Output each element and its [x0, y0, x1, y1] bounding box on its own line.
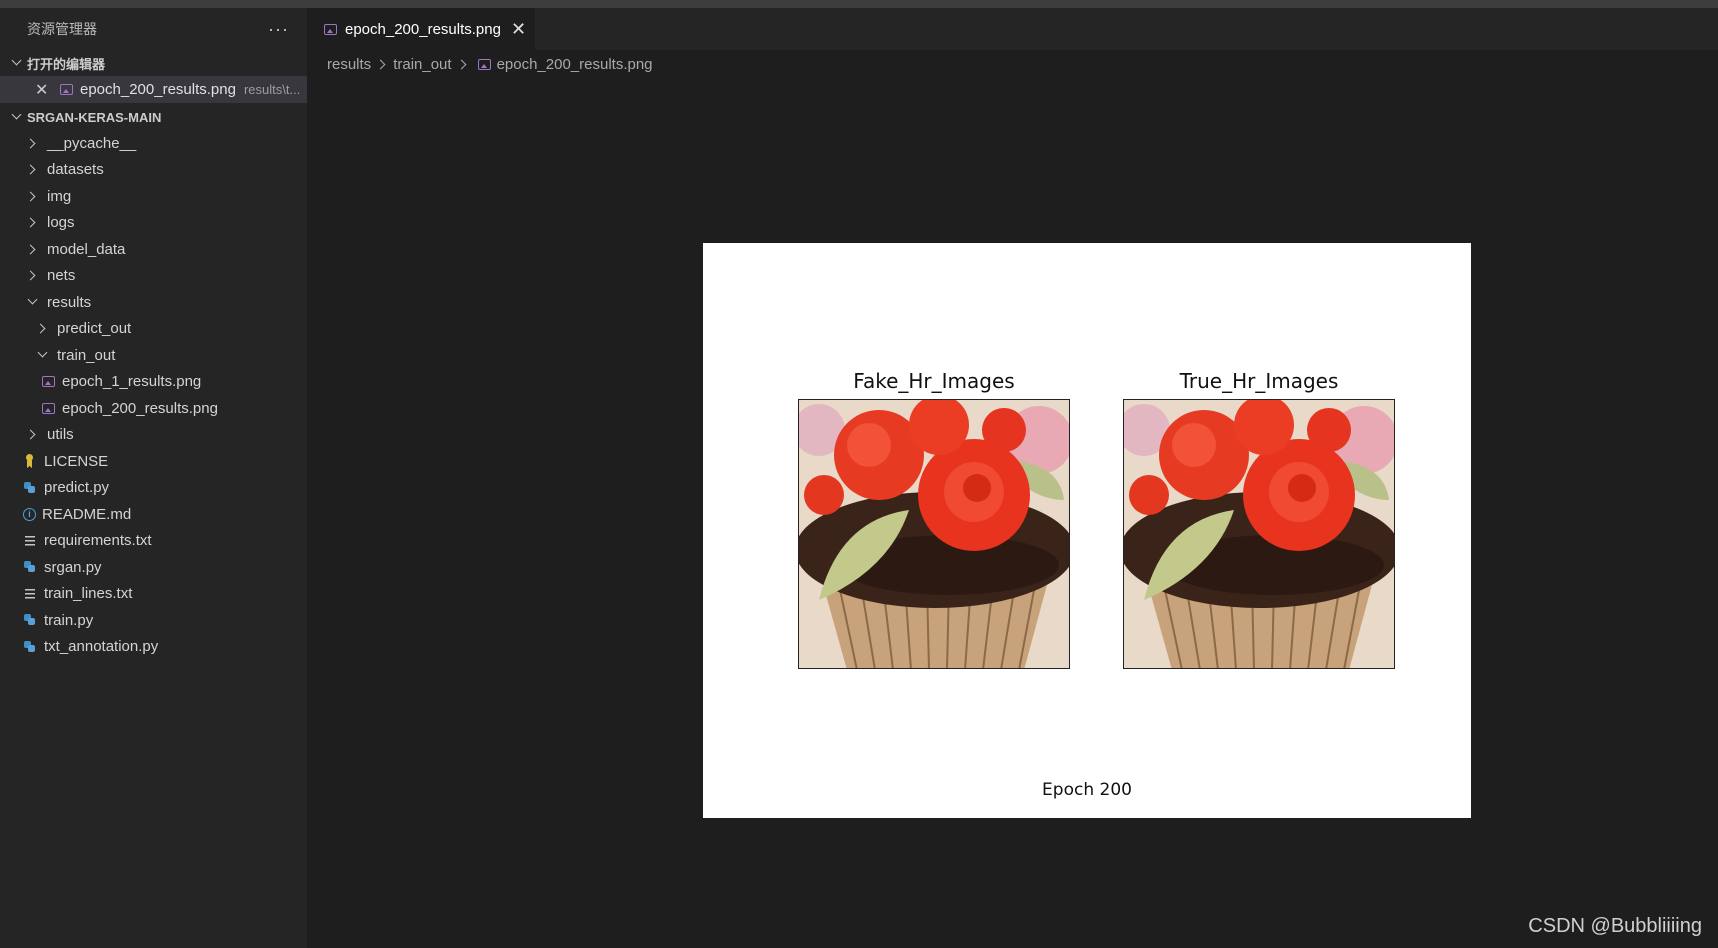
python-file-icon	[22, 559, 38, 575]
chevron-right-icon	[456, 57, 470, 71]
more-actions-icon[interactable]: ···	[268, 19, 289, 40]
tree-item-epoch-200-results[interactable]: epoch_200_results.png	[0, 395, 307, 422]
chevron-right-icon	[24, 187, 43, 206]
tree-item-img[interactable]: img	[0, 183, 307, 210]
open-editors-label: 打开的编辑器	[27, 56, 106, 72]
open-editor-item[interactable]: ✕ epoch_200_results.png results\t...	[0, 76, 307, 103]
tree-item-pycache[interactable]: __pycache__	[0, 130, 307, 157]
chevron-down-icon	[8, 54, 27, 73]
tree-item-train-lines[interactable]: train_lines.txt	[0, 581, 307, 608]
tree-item-train-out[interactable]: train_out	[0, 342, 307, 369]
title-bar	[0, 0, 1718, 8]
license-icon	[22, 453, 38, 469]
chevron-right-icon	[375, 57, 389, 71]
chevron-right-icon	[24, 266, 43, 285]
epoch-caption: Epoch 200	[1042, 780, 1132, 800]
tree-item-predict-py[interactable]: predict.py	[0, 475, 307, 502]
info-icon: i	[23, 507, 36, 521]
breadcrumb-results[interactable]: results	[327, 56, 371, 73]
open-editor-path: results\t...	[243, 82, 301, 97]
chevron-down-icon	[24, 293, 43, 312]
tree-item-nets[interactable]: nets	[0, 263, 307, 290]
chevron-right-icon	[24, 213, 43, 232]
project-label: SRGAN-KERAS-MAIN	[27, 109, 162, 125]
image-file-icon	[42, 376, 55, 388]
tree-item-txt-annotation[interactable]: txt_annotation.py	[0, 634, 307, 661]
chevron-right-icon	[34, 319, 53, 338]
editor-tab-bar: epoch_200_results.png ✕	[307, 8, 1718, 50]
tree-item-model-data[interactable]: model_data	[0, 236, 307, 263]
python-file-icon	[22, 639, 38, 655]
open-editor-filename: epoch_200_results.png	[80, 81, 236, 98]
tree-item-datasets[interactable]: datasets	[0, 157, 307, 184]
tree-item-license[interactable]: LICENSE	[0, 448, 307, 475]
chevron-down-icon	[8, 108, 27, 127]
chevron-right-icon	[24, 160, 43, 179]
chevron-right-icon	[24, 425, 43, 444]
tree-item-predict-out[interactable]: predict_out	[0, 316, 307, 343]
open-editors-section[interactable]: 打开的编辑器	[0, 50, 307, 76]
breadcrumb-file[interactable]: epoch_200_results.png	[497, 56, 653, 73]
image-file-icon	[477, 58, 491, 70]
image-file-icon	[324, 23, 337, 35]
text-file-icon	[22, 586, 38, 602]
image-file-icon	[60, 84, 73, 95]
tree-item-results[interactable]: results	[0, 289, 307, 316]
left-image-title: Fake_Hr_Images	[853, 369, 1015, 393]
fake-hr-image	[798, 399, 1070, 669]
tree-item-requirements[interactable]: requirements.txt	[0, 528, 307, 555]
breadcrumb-train-out[interactable]: train_out	[393, 56, 451, 73]
tab-epoch-200-results[interactable]: epoch_200_results.png ✕	[307, 8, 535, 50]
tree-item-srgan-py[interactable]: srgan.py	[0, 554, 307, 581]
tree-item-logs[interactable]: logs	[0, 210, 307, 237]
right-image-title: True_Hr_Images	[1179, 369, 1339, 393]
file-tree: __pycache__ datasets img logs model_data…	[0, 130, 307, 660]
python-file-icon	[22, 612, 38, 628]
explorer-sidebar: 资源管理器 ··· 打开的编辑器 ✕ epoch_200_results.png…	[0, 8, 307, 948]
chevron-right-icon	[24, 240, 43, 259]
close-icon[interactable]: ✕	[511, 19, 526, 40]
tab-label: epoch_200_results.png	[345, 20, 501, 38]
tree-item-train-py[interactable]: train.py	[0, 607, 307, 634]
image-preview: Fake_Hr_Images True_Hr_Images Epoch 200	[703, 243, 1471, 818]
cupcake-image	[1124, 400, 1394, 668]
breadcrumb: results train_out epoch_200_results.png	[307, 50, 653, 78]
watermark: CSDN @Bubbliiiing	[1528, 915, 1702, 937]
text-file-icon	[22, 533, 38, 549]
close-icon[interactable]: ✕	[35, 80, 51, 100]
project-section[interactable]: SRGAN-KERAS-MAIN	[0, 104, 307, 130]
explorer-header: 资源管理器 ···	[0, 8, 307, 50]
tree-item-readme[interactable]: i README.md	[0, 501, 307, 528]
cupcake-image	[799, 400, 1069, 668]
tree-item-utils[interactable]: utils	[0, 422, 307, 449]
chevron-down-icon	[34, 346, 53, 365]
chevron-right-icon	[24, 134, 43, 153]
tree-item-epoch-1-results[interactable]: epoch_1_results.png	[0, 369, 307, 396]
explorer-title: 资源管理器	[27, 21, 97, 37]
true-hr-image	[1123, 399, 1395, 669]
python-file-icon	[22, 480, 38, 496]
image-file-icon	[42, 402, 55, 414]
